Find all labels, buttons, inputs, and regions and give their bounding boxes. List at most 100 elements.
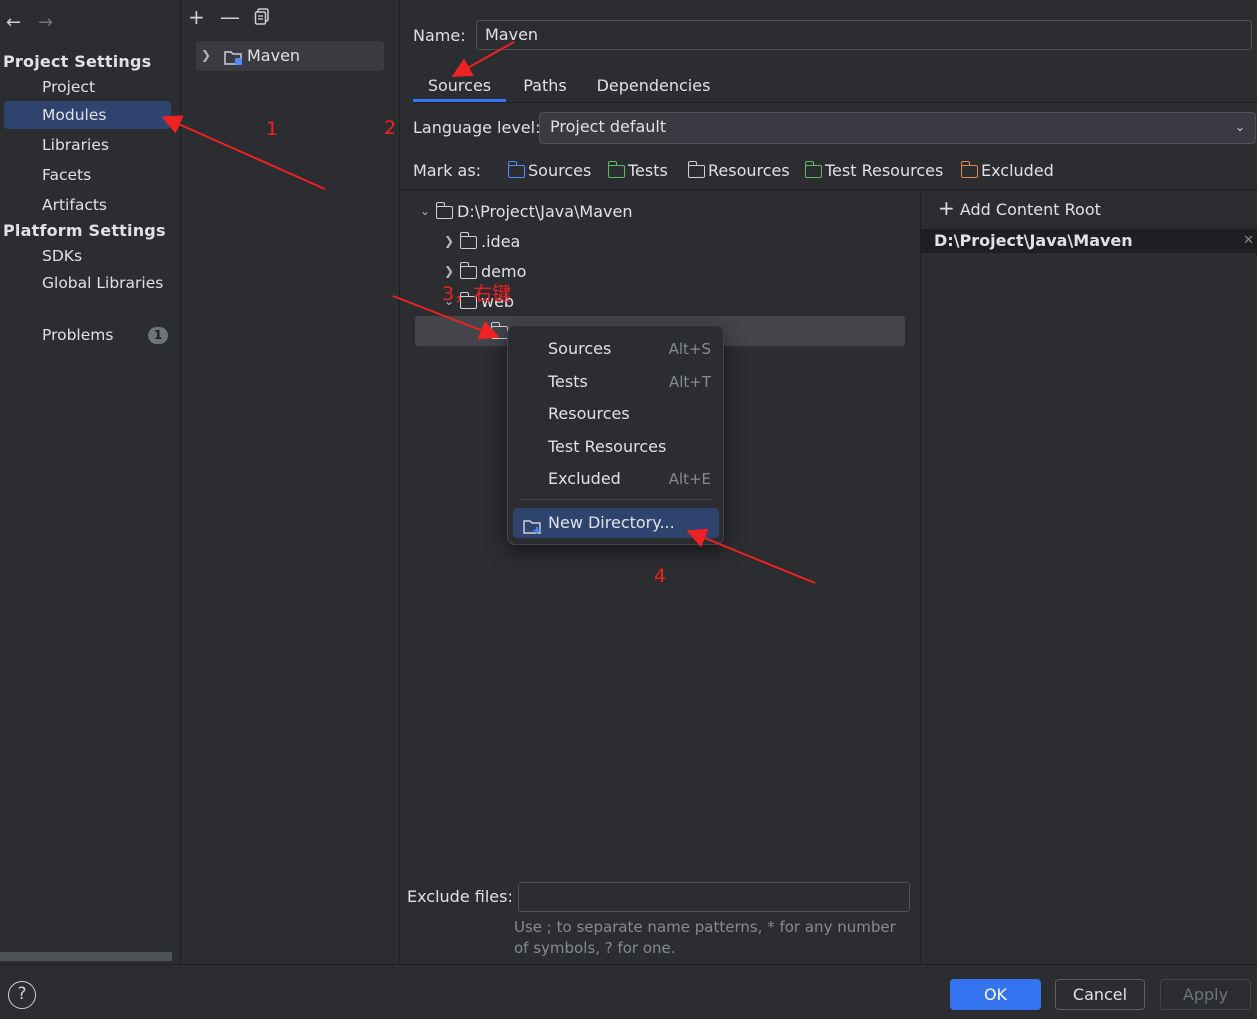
sidebar-item-artifacts[interactable]: Artifacts [4, 191, 171, 219]
content-root-panel [920, 190, 1257, 964]
folder-icon [459, 261, 477, 279]
tab-dependencies[interactable]: Dependencies [588, 72, 719, 102]
problems-label: Problems [42, 326, 114, 344]
menu-item-test-resources[interactable]: Test Resources [513, 432, 719, 462]
module-list-panel: + — [181, 0, 400, 964]
mark-as-tests-button[interactable]: Tests [607, 161, 668, 180]
sidebar-item-libraries[interactable]: Libraries [4, 131, 171, 159]
exclude-files-label: Exclude files: [407, 887, 513, 906]
menu-label-resources: Resources [548, 404, 630, 423]
folder-icon [435, 201, 453, 219]
chevron-down-icon: ⌄ [1234, 120, 1245, 134]
mark-as-excluded-button[interactable]: Excluded [960, 161, 1054, 180]
exclude-hint-line2: of symbols, ? for one. [514, 939, 676, 957]
sidebar-item-problems[interactable]: Problems 1 [4, 321, 171, 349]
name-label: Name: [413, 26, 466, 45]
annotation-1: 1 [266, 118, 279, 140]
menu-label-test-resources: Test Resources [548, 437, 667, 456]
back-arrow-icon[interactable]: ← [6, 12, 21, 33]
shortcut-tests: Alt+T [668, 373, 711, 391]
mark-as-excluded-label: Excluded [981, 161, 1054, 180]
annotation-3: 3，右键 [442, 283, 512, 305]
apply-button[interactable]: Apply [1160, 979, 1251, 1010]
tab-sources[interactable]: Sources [413, 72, 506, 102]
menu-item-excluded[interactable]: Excluded Alt+E [513, 464, 719, 494]
tree-row-idea[interactable]: ❯ .idea [442, 229, 520, 253]
cancel-button[interactable]: Cancel [1055, 979, 1145, 1010]
module-tree-item-maven[interactable]: ❯ Maven [196, 41, 384, 71]
language-level-label: Language level: [413, 118, 541, 137]
help-icon[interactable]: ? [8, 981, 36, 1009]
exclude-files-hint: Use ; to separate name patterns, * for a… [514, 917, 896, 959]
name-field[interactable]: Maven [476, 20, 1252, 50]
folder-icon [490, 322, 508, 339]
tree-label-idea: .idea [481, 231, 521, 251]
settings-sidebar: ← → Project Settings Project Modules Lib… [0, 0, 181, 964]
menu-label-excluded: Excluded [548, 469, 621, 488]
shortcut-excluded: Alt+E [668, 470, 711, 488]
language-level-dropdown[interactable]: Project default ⌄ [539, 112, 1256, 144]
sidebar-item-project[interactable]: Project [4, 73, 171, 101]
module-folder-icon [224, 49, 244, 70]
sidebar-item-modules[interactable]: Modules [4, 101, 171, 129]
menu-item-resources[interactable]: Resources [513, 399, 719, 429]
mark-as-tests-label: Tests [628, 161, 668, 180]
menu-label-new-directory: New Directory... [548, 513, 675, 532]
close-icon[interactable]: ✕ [1243, 229, 1254, 253]
problems-count-badge: 1 [148, 327, 168, 344]
section-project-settings: Project Settings [3, 52, 152, 71]
menu-item-tests[interactable]: Tests Alt+T [513, 367, 719, 397]
new-folder-icon [523, 515, 543, 545]
menu-item-sources[interactable]: Sources Alt+S [513, 334, 719, 364]
add-icon[interactable]: + [188, 6, 205, 28]
tree-root-row[interactable]: ⌄ D:\Project\Java\Maven [418, 199, 632, 223]
test-resources-folder-icon [804, 161, 822, 178]
menu-item-new-directory[interactable]: New Directory... [513, 508, 719, 538]
remove-icon[interactable]: — [220, 6, 240, 28]
content-root-path-label: D:\Project\Java\Maven [934, 231, 1133, 250]
sidebar-item-sdks[interactable]: SDKs [4, 242, 171, 270]
tab-paths[interactable]: Paths [512, 72, 578, 102]
add-content-root-button[interactable]: + Add Content Root [938, 198, 1101, 219]
annotation-2: 2 [384, 117, 397, 139]
module-name-label: Maven [247, 46, 301, 65]
copy-icon[interactable] [254, 8, 270, 30]
add-icon: + [938, 196, 955, 220]
sidebar-scrollbar[interactable] [0, 952, 172, 961]
exclude-files-input[interactable] [518, 882, 910, 912]
tests-folder-icon [607, 161, 625, 178]
forward-arrow-icon[interactable]: → [38, 12, 53, 33]
exclude-hint-line1: Use ; to separate name patterns, * for a… [514, 918, 896, 936]
chevron-down-icon[interactable]: ⌄ [418, 204, 432, 218]
mark-as-label: Mark as: [413, 161, 482, 180]
tree-root-label: D:\Project\Java\Maven [457, 201, 633, 221]
chevron-right-icon[interactable]: ❯ [199, 48, 213, 62]
ok-button[interactable]: OK [950, 979, 1041, 1010]
annotation-4: 4 [654, 565, 667, 587]
tree-label-demo: demo [481, 261, 527, 281]
sidebar-item-global-libraries[interactable]: Global Libraries [4, 269, 171, 297]
mark-as-sources-button[interactable]: Sources [507, 161, 592, 180]
sidebar-item-facets[interactable]: Facets [4, 161, 171, 189]
section-platform-settings: Platform Settings [3, 221, 166, 240]
chevron-right-icon[interactable]: ❯ [442, 264, 456, 278]
mark-as-resources-button[interactable]: Resources [687, 161, 790, 180]
mark-as-sources-label: Sources [528, 161, 592, 180]
shortcut-sources: Alt+S [668, 340, 711, 358]
content-root-path[interactable]: D:\Project\Java\Maven ✕ [921, 229, 1257, 253]
menu-label-sources: Sources [548, 339, 612, 358]
folder-icon [459, 231, 477, 249]
excluded-folder-icon [960, 161, 978, 178]
context-menu: Sources Alt+S Tests Alt+T Resources Test… [507, 325, 724, 545]
add-content-root-label: Add Content Root [959, 200, 1101, 219]
menu-label-tests: Tests [548, 372, 588, 391]
sources-folder-icon [507, 161, 525, 178]
chevron-right-icon[interactable]: ❯ [442, 234, 456, 248]
language-level-value: Project default [550, 117, 667, 136]
mark-as-test-resources-label: Test Resources [825, 161, 944, 180]
resources-folder-icon [687, 161, 705, 178]
mark-as-test-resources-button[interactable]: Test Resources [804, 161, 944, 180]
mark-as-resources-label: Resources [708, 161, 790, 180]
tab-divider [413, 102, 1257, 103]
menu-separator [520, 499, 711, 500]
